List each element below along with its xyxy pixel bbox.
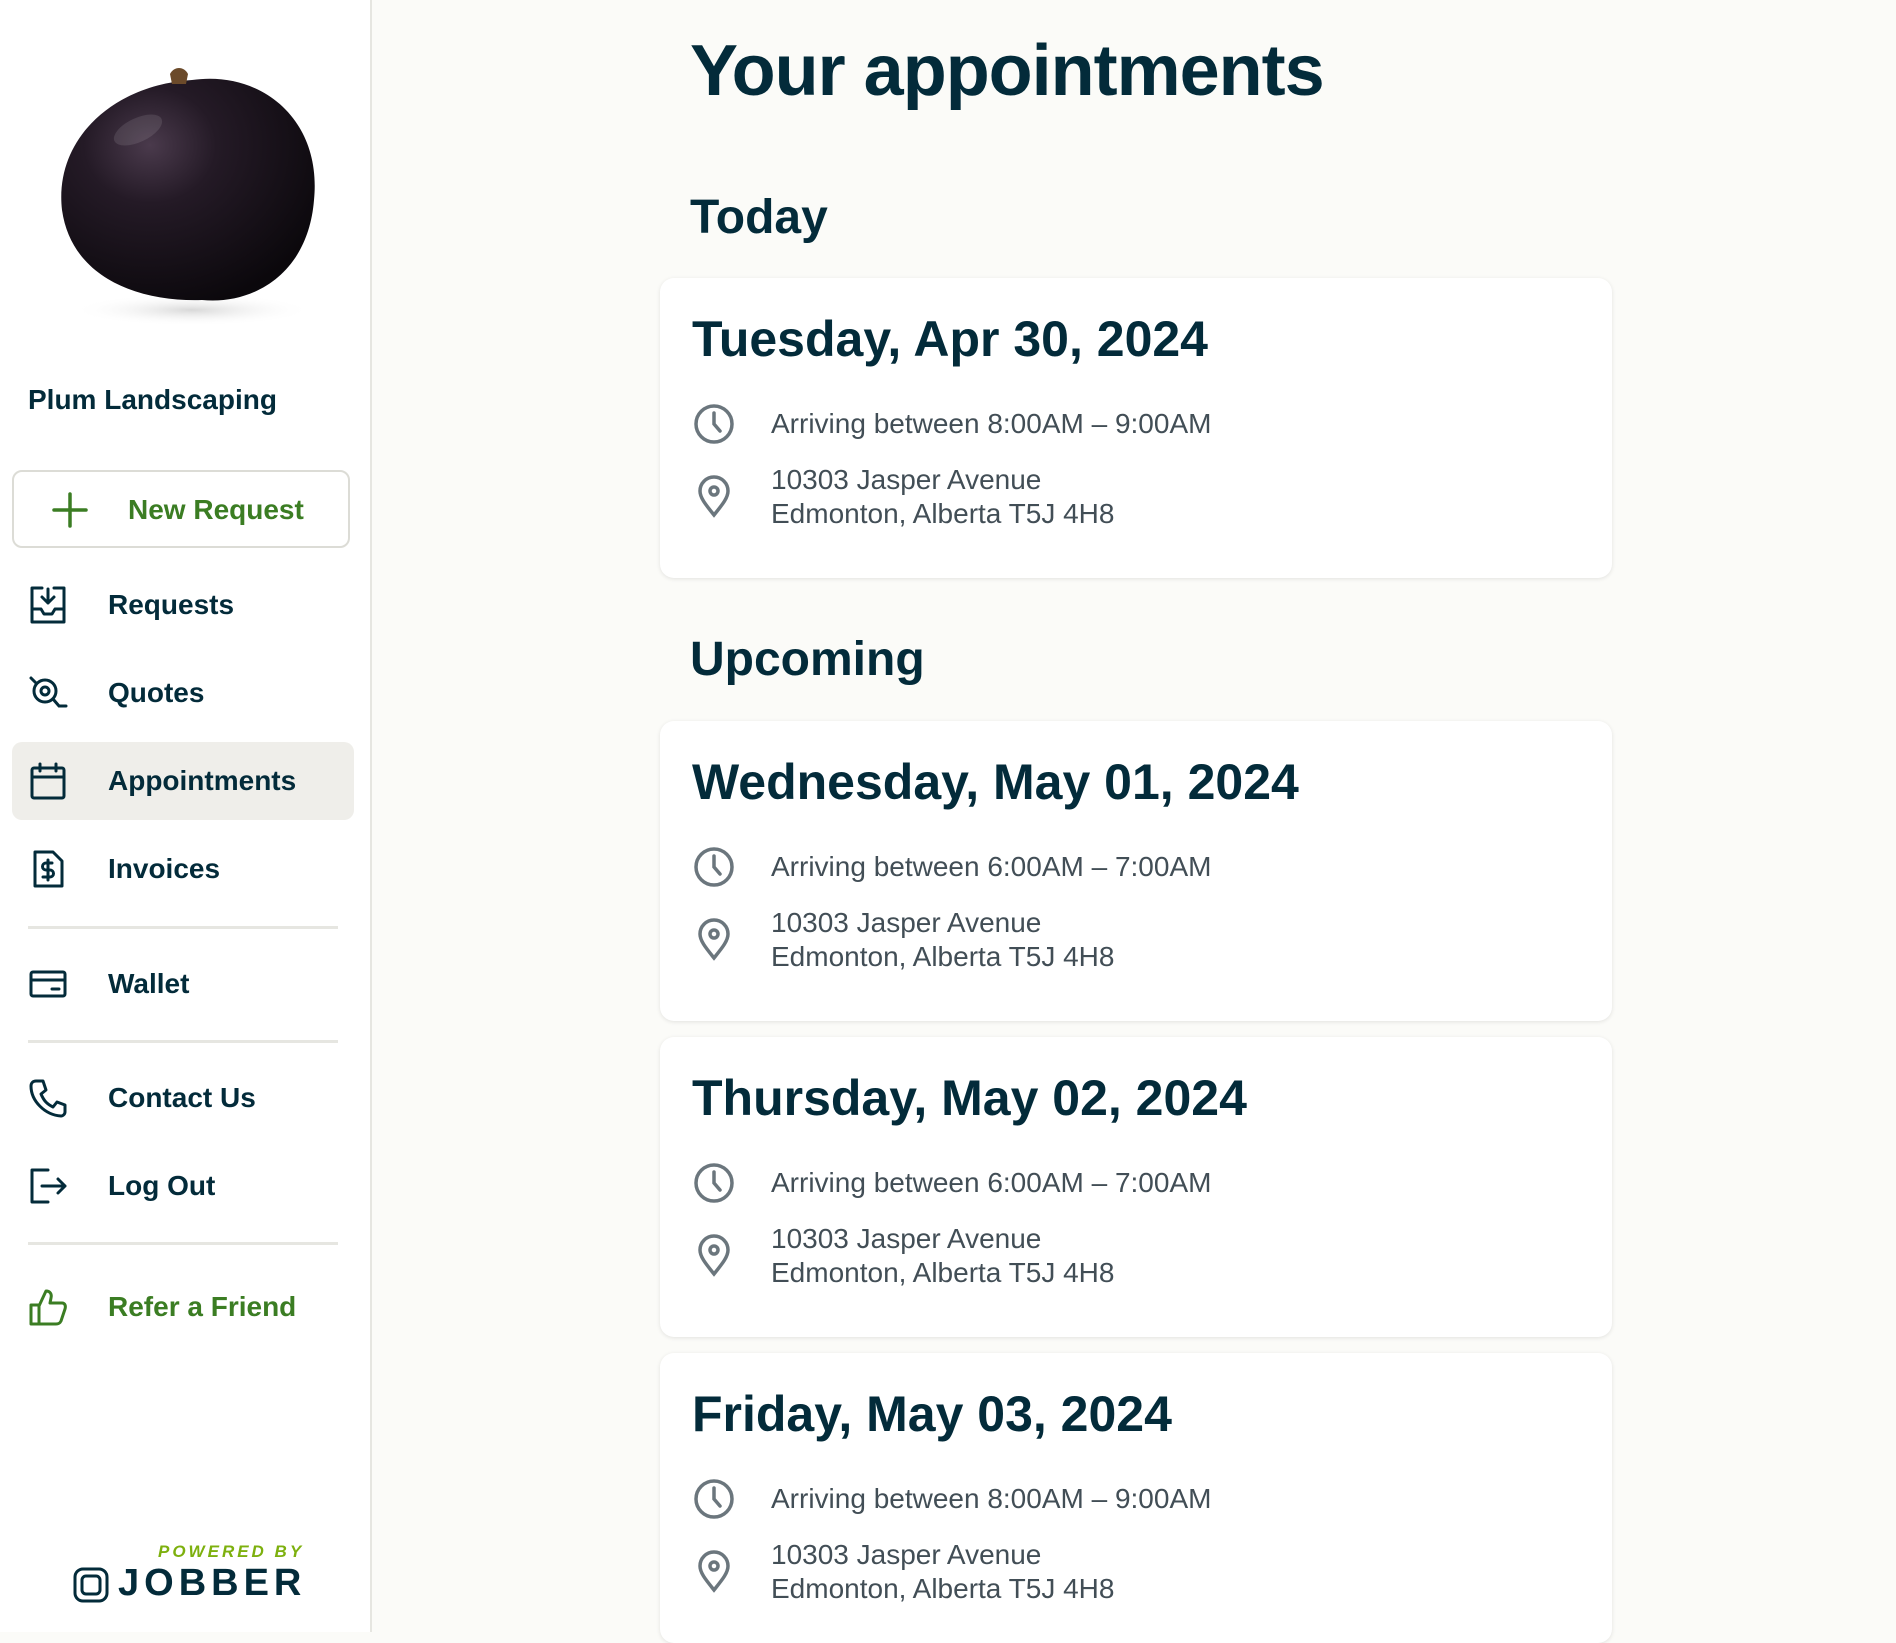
sidebar-divider [28,1040,338,1043]
sidebar-item-contact-us[interactable]: Contact Us [12,1059,354,1137]
jobber-brand[interactable]: JOBBER [118,1562,306,1605]
company-logo[interactable] [52,60,332,330]
sidebar-item-requests[interactable]: Requests [12,566,354,644]
appointment-time: Arriving between 8:00AM – 9:00AM [771,408,1212,439]
appointment-date: Friday, May 03, 2024 [692,1386,1172,1442]
sidebar-item-label: Quotes [108,677,205,708]
sidebar-item-quotes[interactable]: Quotes [12,654,354,732]
sidebar-item-label: Refer a Friend [108,1291,297,1322]
appointment-address-line1: 10303 Jasper Avenue [771,907,1042,938]
sidebar-item-wallet[interactable]: Wallet [12,945,354,1023]
clock-icon [692,402,736,446]
sidebar-item-appointments[interactable]: Appointments [12,742,354,820]
appointment-address-line2: Edmonton, Alberta T5J 4H8 [771,1573,1115,1604]
appointment-time: Arriving between 6:00AM – 7:00AM [771,851,1212,882]
appointment-address-line1: 10303 Jasper Avenue [771,1539,1042,1570]
appointment-date: Wednesday, May 01, 2024 [692,754,1299,810]
appointment-card[interactable]: Tuesday, Apr 30, 2024 Arriving between 8… [660,278,1612,578]
sidebar-item-log-out[interactable]: Log Out [12,1147,354,1225]
appointment-time: Arriving between 8:00AM – 9:00AM [771,1483,1212,1514]
appointment-time: Arriving between 6:00AM – 7:00AM [771,1167,1212,1198]
clock-icon [692,1477,736,1521]
quote-magnifier-icon [28,673,68,713]
appointment-address-line2: Edmonton, Alberta T5J 4H8 [771,1257,1115,1288]
new-request-button[interactable]: New Request [12,470,350,548]
wallet-card-icon [28,964,68,1004]
logout-icon [28,1166,68,1206]
sidebar-item-label: Appointments [108,765,297,796]
sidebar-item-label: Wallet [108,968,190,999]
appointment-address-line1: 10303 Jasper Avenue [771,1223,1042,1254]
sidebar-item-invoices[interactable]: Invoices [12,830,354,908]
appointment-card[interactable]: Wednesday, May 01, 2024 Arriving between… [660,721,1612,1021]
jobber-logo-icon [72,1566,110,1604]
sidebar: Plum Landscaping New Request Requests Qu… [0,0,372,1632]
plus-icon [50,490,90,530]
thumbs-up-icon [28,1287,68,1327]
appointment-date: Tuesday, Apr 30, 2024 [692,311,1208,367]
sidebar-divider [28,926,338,929]
location-pin-icon [696,474,732,518]
appointment-address-line2: Edmonton, Alberta T5J 4H8 [771,941,1115,972]
calendar-icon [28,761,68,801]
invoice-dollar-icon [28,849,68,889]
sidebar-divider [28,1242,338,1245]
section-title-upcoming: Upcoming [690,633,925,686]
sidebar-item-refer-a-friend[interactable]: Refer a Friend [12,1268,354,1346]
sidebar-item-label: Invoices [108,853,221,884]
appointment-address-line1: 10303 Jasper Avenue [771,464,1042,495]
inbox-download-icon [28,585,68,625]
appointment-date: Thursday, May 02, 2024 [692,1070,1247,1126]
sidebar-item-label: Requests [108,589,235,620]
sidebar-item-label: Log Out [108,1170,216,1201]
appointment-card[interactable]: Thursday, May 02, 2024 Arriving between … [660,1037,1612,1337]
clock-icon [692,1161,736,1205]
new-request-label: New Request [128,494,304,525]
powered-by-text: POWERED BY [158,1542,305,1561]
appointment-address-line2: Edmonton, Alberta T5J 4H8 [771,498,1115,529]
company-name: Plum Landscaping [28,384,277,415]
location-pin-icon [696,1233,732,1277]
section-title-today: Today [690,191,828,244]
phone-icon [28,1078,68,1118]
location-pin-icon [696,917,732,961]
appointment-card[interactable]: Friday, May 03, 2024 Arriving between 8:… [660,1353,1612,1643]
clock-icon [692,845,736,889]
sidebar-item-label: Contact Us [108,1082,256,1113]
page-title: Your appointments [690,31,1325,111]
location-pin-icon [696,1549,732,1593]
